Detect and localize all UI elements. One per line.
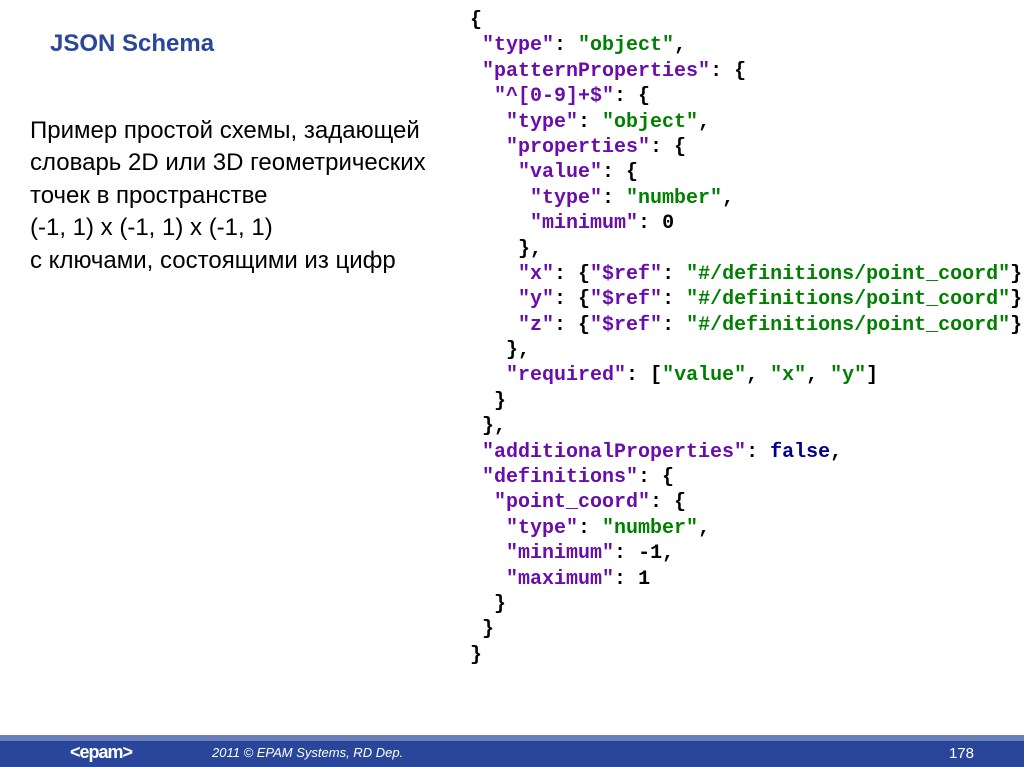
footer: <epam> 2011 © EPAM Systems, RD Dep. 178 <box>0 731 1024 767</box>
page-number: 178 <box>949 745 974 762</box>
slide-heading: JSON Schema <box>50 30 214 58</box>
epam-logo: <epam> <box>70 742 132 763</box>
slide: JSON Schema Пример простой схемы, задающ… <box>0 0 1024 767</box>
footer-bar <box>0 741 1024 767</box>
code-block: { "type": "object", "patternProperties":… <box>470 8 1024 668</box>
copyright-text: 2011 © EPAM Systems, RD Dep. <box>212 745 403 760</box>
slide-description: Пример простой схемы, задающей словарь 2… <box>30 115 430 277</box>
